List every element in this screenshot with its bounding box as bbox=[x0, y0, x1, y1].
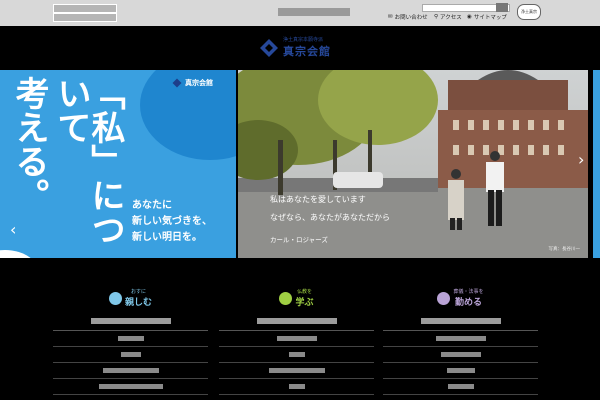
list-item[interactable] bbox=[53, 379, 208, 395]
header-link-1[interactable] bbox=[53, 4, 117, 13]
list-item[interactable] bbox=[383, 363, 538, 379]
logo-title: 真宗会館 bbox=[283, 45, 331, 58]
logo-diamond-icon bbox=[260, 38, 278, 57]
list-item[interactable] bbox=[383, 347, 538, 363]
hero-headline-1: 「私」について bbox=[51, 76, 125, 246]
column-2-subtitle bbox=[256, 318, 337, 324]
hero-slide-left[interactable]: 「私」について 考える。 あなたに 新しい気づきを、 新しい明日を。 真宗会館 … bbox=[0, 70, 236, 258]
location-pin-icon: ⚲ bbox=[434, 14, 439, 20]
hero-left-logo: 真宗会館 bbox=[172, 78, 213, 88]
column-3-subtitle bbox=[420, 318, 501, 324]
header-link-2[interactable] bbox=[53, 13, 117, 22]
jodo-shinshu-badge[interactable]: 浄土真宗 bbox=[517, 4, 541, 20]
hero-headline-2: 考える。 bbox=[9, 76, 49, 212]
quote-author: カール・ロジャーズ bbox=[270, 236, 328, 244]
sitemap-link[interactable]: ◉ サイトマップ bbox=[467, 13, 507, 21]
quote-line-2: なぜなら、あなたがあなただから bbox=[270, 213, 390, 222]
circle-icon bbox=[279, 291, 293, 305]
cloud-shape-white bbox=[0, 250, 40, 258]
mail-icon: ✉ bbox=[388, 14, 393, 20]
next-slide-arrow[interactable]: › bbox=[578, 150, 584, 169]
list-item[interactable] bbox=[219, 379, 374, 395]
list-item[interactable] bbox=[219, 347, 374, 363]
hero-slide-main[interactable]: 私はあなたを愛しています なぜなら、あなたがあなただから カール・ロジャーズ 写… bbox=[238, 70, 588, 258]
quote-line-1: 私はあなたを愛しています bbox=[270, 195, 366, 204]
circle-icon bbox=[108, 291, 122, 305]
circle-icon bbox=[437, 291, 451, 305]
access-link[interactable]: ⚲ アクセス bbox=[434, 13, 462, 21]
station-photo bbox=[238, 70, 588, 258]
list-item[interactable] bbox=[383, 379, 538, 395]
hero-slide-next-peek[interactable] bbox=[593, 70, 600, 258]
header-center-text bbox=[278, 8, 350, 16]
list-item[interactable] bbox=[219, 363, 374, 379]
section-column-2: 仏教を 学ぶ bbox=[219, 288, 374, 395]
section-column-3: 葬儀・法事を 勤める bbox=[383, 288, 538, 395]
section-column-1: おすに 親しむ bbox=[53, 288, 208, 395]
list-item[interactable] bbox=[53, 347, 208, 363]
search-button[interactable] bbox=[496, 3, 508, 12]
site-logo[interactable]: 浄土真宗本願寺派 真宗会館 bbox=[259, 36, 331, 59]
column-3-heading[interactable]: 葬儀・法事を 勤める bbox=[383, 288, 538, 308]
column-1-heading[interactable]: おすに 親しむ bbox=[53, 288, 208, 308]
contact-link[interactable]: ✉ お問い合わせ bbox=[388, 13, 428, 21]
photo-credit: 写真：長谷川一 bbox=[548, 247, 581, 252]
column-2-heading[interactable]: 仏教を 学ぶ bbox=[219, 288, 374, 308]
logo-diamond-icon bbox=[172, 78, 182, 88]
top-utility-bar: ✉ お問い合わせ ⚲ アクセス ◉ サイトマップ 浄土真宗 bbox=[0, 0, 600, 26]
list-item[interactable] bbox=[219, 331, 374, 347]
list-item[interactable] bbox=[383, 331, 538, 347]
column-1-subtitle bbox=[90, 318, 171, 324]
prev-slide-arrow[interactable]: ‹ bbox=[10, 220, 16, 239]
list-item[interactable] bbox=[53, 363, 208, 379]
list-item[interactable] bbox=[53, 331, 208, 347]
logo-subtitle: 浄土真宗本願寺派 bbox=[283, 37, 324, 43]
hero-copy: あなたに 新しい気づきを、 新しい明日を。 bbox=[132, 200, 212, 243]
sitemap-icon: ◉ bbox=[467, 14, 472, 20]
